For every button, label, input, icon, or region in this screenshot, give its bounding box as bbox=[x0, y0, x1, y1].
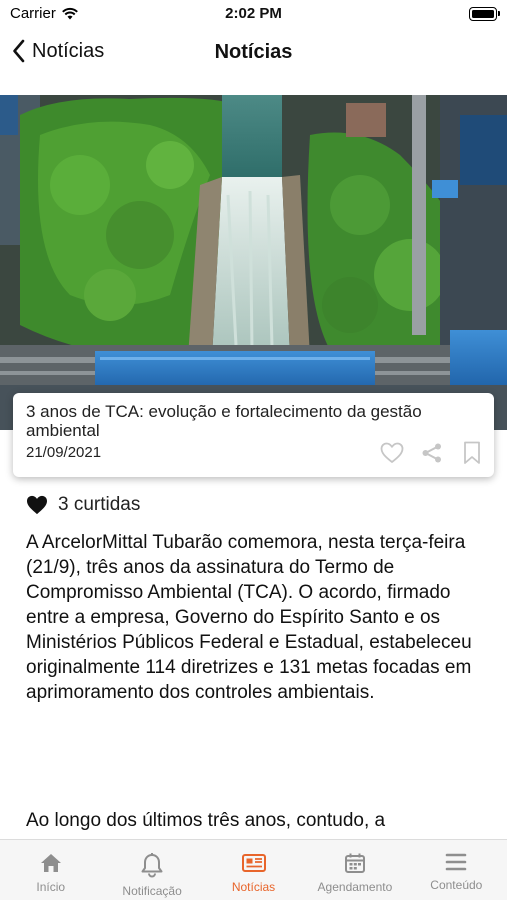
battery-icon bbox=[469, 7, 500, 21]
tab-label: Conteúdo bbox=[430, 878, 483, 892]
tab-agendamento[interactable]: Agendamento bbox=[304, 840, 405, 900]
calendar-icon bbox=[344, 853, 365, 873]
bell-icon bbox=[141, 853, 163, 878]
article-actions bbox=[380, 441, 484, 465]
article-date: 21/09/2021 bbox=[26, 444, 102, 461]
share-button[interactable] bbox=[420, 441, 444, 465]
heart-filled-icon bbox=[27, 495, 47, 515]
tab-notificacao[interactable]: Notificação bbox=[101, 840, 202, 900]
menu-icon bbox=[446, 853, 467, 871]
likes-row: 3 curtidas bbox=[26, 494, 140, 516]
navigation-bar: Notícias Notícias bbox=[0, 30, 507, 92]
article-title: 3 anos de TCA: evolução e fortalecimento… bbox=[26, 402, 422, 440]
bookmark-button[interactable] bbox=[460, 441, 484, 465]
tab-label: Início bbox=[36, 880, 66, 894]
tab-label: Notícias bbox=[231, 880, 276, 894]
tab-label: Agendamento bbox=[317, 880, 393, 894]
tab-bar: Início Notificação Notícias Agendamento bbox=[0, 839, 507, 900]
home-icon bbox=[40, 854, 61, 872]
article-paragraph: Ao longo dos últimos três anos, contudo,… bbox=[26, 810, 386, 831]
tab-noticias[interactable]: Notícias bbox=[203, 840, 304, 900]
page-title: Notícias bbox=[214, 41, 293, 63]
likes-count: 3 curtidas bbox=[58, 494, 141, 515]
share-icon bbox=[422, 443, 441, 463]
article-title-card: 3 anos de TCA: evolução e fortalecimento… bbox=[13, 393, 494, 477]
tab-label: Notificação bbox=[122, 884, 182, 898]
heart-outline-icon bbox=[380, 442, 404, 463]
newspaper-icon bbox=[241, 854, 266, 872]
article-paragraph: A ArcelorMittal Tubarão comemora, nesta … bbox=[26, 532, 472, 703]
tab-conteudo[interactable]: Conteúdo bbox=[406, 840, 507, 900]
status-time: 2:02 PM bbox=[225, 5, 282, 22]
tab-inicio[interactable]: Início bbox=[0, 840, 101, 900]
like-button[interactable] bbox=[380, 441, 404, 465]
bookmark-icon bbox=[464, 441, 480, 464]
article-hero-image bbox=[0, 95, 507, 430]
status-bar: Carrier 2:02 PM bbox=[0, 0, 507, 30]
